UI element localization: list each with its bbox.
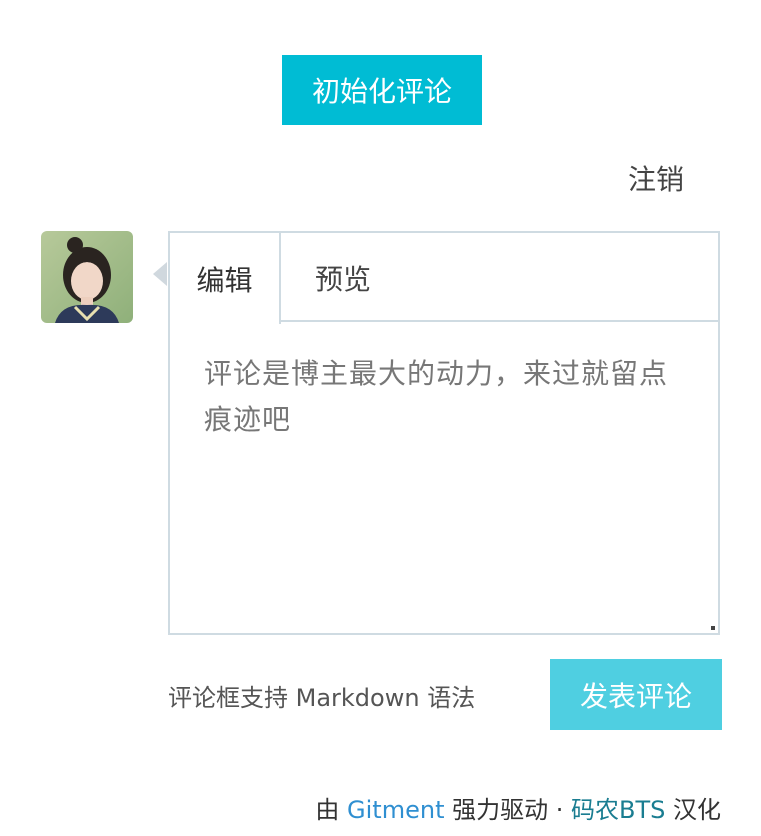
translator-link[interactable]: 码农BTS <box>571 796 665 824</box>
avatar-pointer <box>153 262 167 286</box>
logout-link[interactable]: 注销 <box>628 158 684 198</box>
markdown-tip: 评论框支持 Markdown 语法 <box>168 684 476 712</box>
submit-comment-button[interactable]: 发表评论 <box>550 659 722 730</box>
comment-editor: 编辑 预览 评论是博主最大的动力，来过就留点痕迹吧 <box>168 231 720 635</box>
editor-tab-bar: 编辑 预览 <box>170 233 718 324</box>
gitment-link[interactable]: Gitment <box>347 796 444 824</box>
tab-edit[interactable]: 编辑 <box>170 233 281 324</box>
comments-section: 初始化评论 注销 编辑 预览 评论是博主最大的动力，来过就留点痕迹吧 评论框支持… <box>0 0 761 836</box>
footer-suffix: 汉化 <box>665 796 721 824</box>
avatar[interactable] <box>41 231 133 323</box>
resize-handle-icon[interactable] <box>711 626 715 630</box>
user-avatar-icon <box>41 231 133 323</box>
footer-credits: 由 Gitment 强力驱动 · 码农BTS 汉化 <box>315 790 721 825</box>
footer-middle: 强力驱动 · <box>444 796 571 824</box>
tab-preview[interactable]: 预览 <box>315 233 371 322</box>
footer-prefix: 由 <box>315 796 348 824</box>
comment-textarea[interactable]: 评论是博主最大的动力，来过就留点痕迹吧 <box>204 351 688 443</box>
init-comments-button[interactable]: 初始化评论 <box>282 55 482 125</box>
